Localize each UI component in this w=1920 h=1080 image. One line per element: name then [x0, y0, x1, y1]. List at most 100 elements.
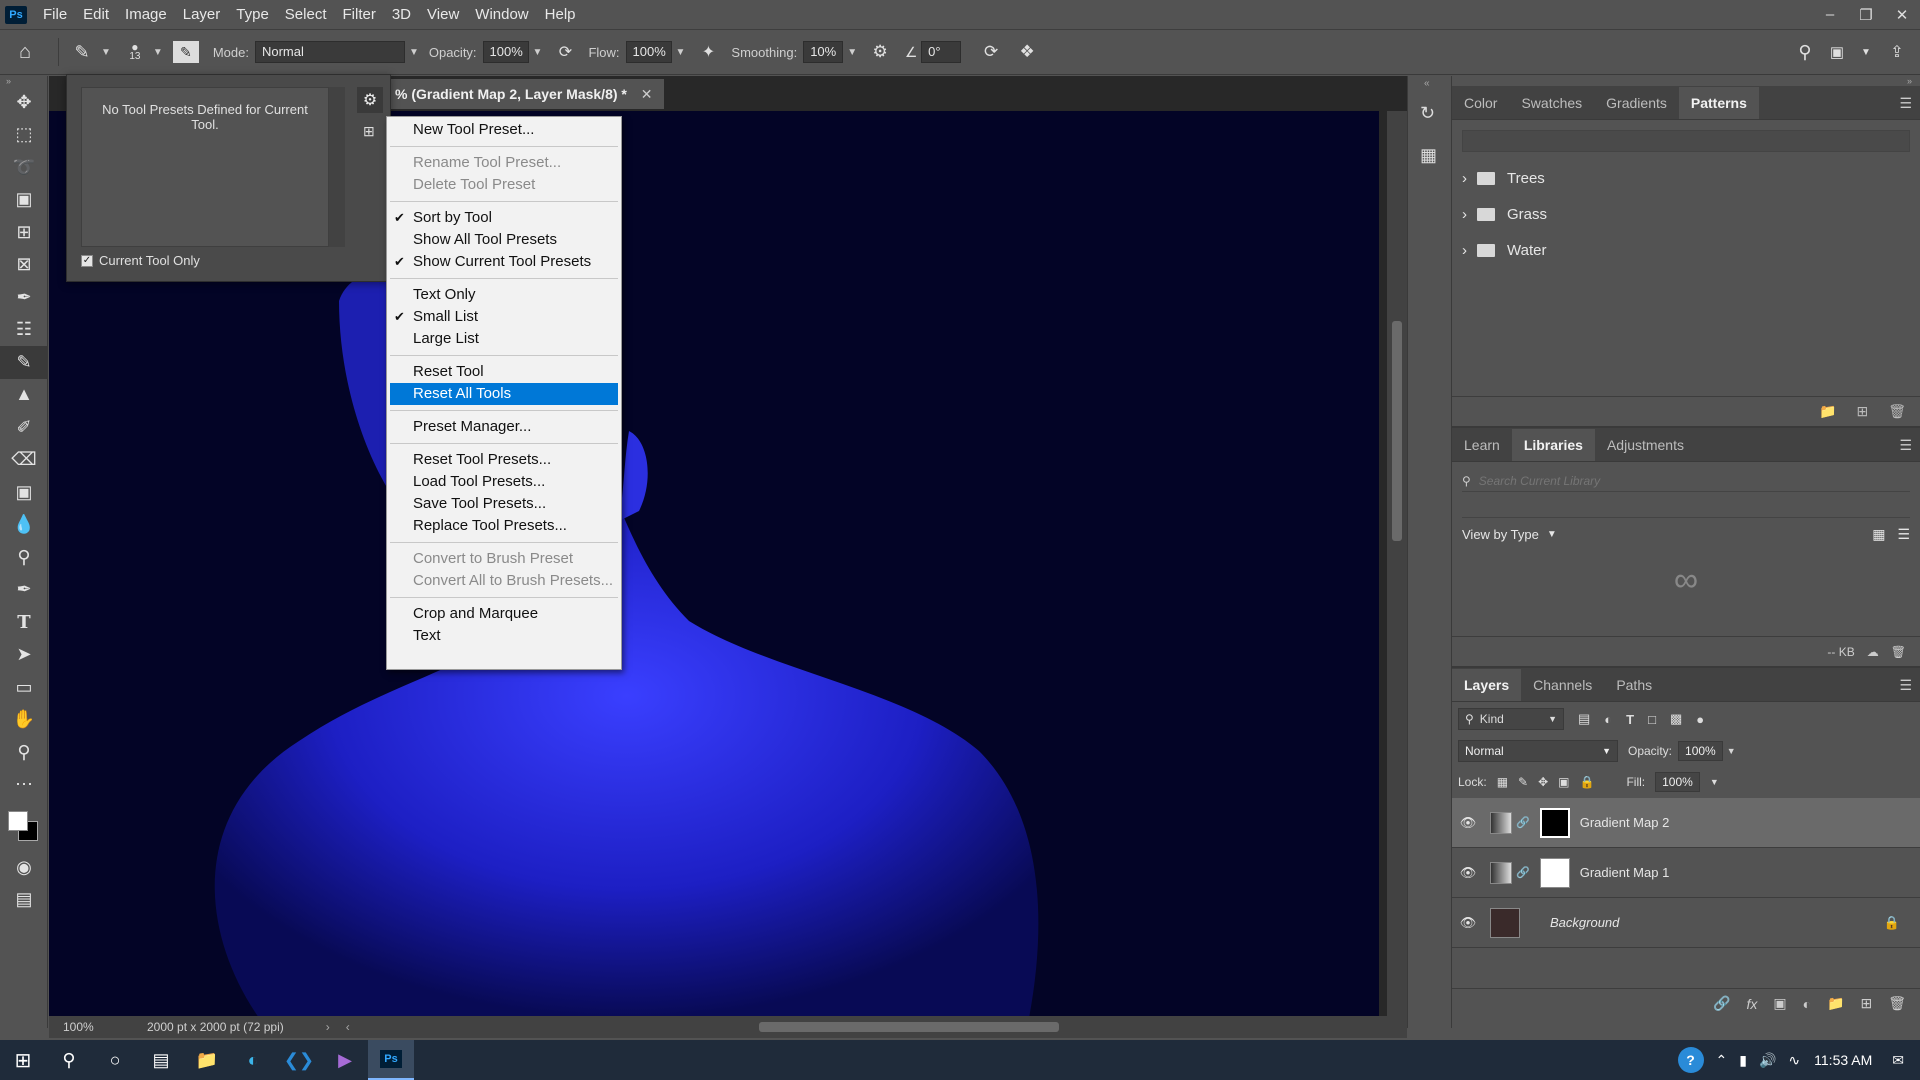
- layer-row-gradient-map-2[interactable]: 👁 🔗 Gradient Map 2: [1452, 798, 1920, 848]
- menu-item-sort-by-tool[interactable]: ✔ Sort by Tool: [390, 207, 618, 229]
- rectangle-tool-icon[interactable]: ▭: [0, 671, 48, 704]
- brush-tool-icon[interactable]: ✎: [0, 346, 48, 379]
- new-pattern-icon[interactable]: ⊞: [1856, 403, 1868, 420]
- chevron-down-icon[interactable]: ▼: [1547, 529, 1557, 540]
- file-explorer-icon[interactable]: 📁: [184, 1040, 230, 1080]
- menu-edit[interactable]: Edit: [75, 0, 117, 29]
- search-icon[interactable]: ⚲: [1790, 42, 1820, 63]
- menu-3d[interactable]: 3D: [384, 0, 419, 29]
- brush-tool-preset-icon[interactable]: ✎: [67, 42, 97, 63]
- screen-mode-icon[interactable]: ▤: [0, 884, 48, 917]
- menu-item-reset-tool[interactable]: Reset Tool: [390, 361, 618, 383]
- filter-shape-icon[interactable]: □: [1648, 712, 1656, 727]
- properties-panel-icon[interactable]: ▦: [1420, 145, 1442, 167]
- trash-icon[interactable]: 🗑: [1888, 403, 1906, 420]
- adjustment-layer-icon[interactable]: ◐: [1803, 996, 1811, 1012]
- trash-icon[interactable]: 🗑: [1888, 995, 1906, 1012]
- notifications-icon[interactable]: ✉: [1892, 1052, 1904, 1069]
- lock-icon[interactable]: 🔒: [1884, 915, 1900, 931]
- lock-all-icon[interactable]: 🔒: [1580, 775, 1595, 789]
- quick-mask-icon[interactable]: ◉: [0, 851, 48, 884]
- menu-help[interactable]: Help: [537, 0, 584, 29]
- current-tool-only-checkbox[interactable]: ✓ Current Tool Only: [81, 253, 200, 268]
- chevron-down-icon[interactable]: ▼: [847, 47, 857, 58]
- document-info[interactable]: 2000 pt x 2000 pt (72 ppi): [147, 1020, 284, 1034]
- cortana-icon[interactable]: ○: [92, 1040, 138, 1080]
- add-mask-icon[interactable]: ▣: [1773, 995, 1786, 1012]
- fill-field[interactable]: 100%: [1655, 772, 1700, 792]
- airbrush-icon[interactable]: ✦: [695, 42, 721, 62]
- gradient-tool-icon[interactable]: ▣: [0, 476, 48, 509]
- eye-icon[interactable]: 👁: [1452, 865, 1484, 881]
- panel-menu-icon[interactable]: ☰: [1899, 87, 1912, 119]
- horizontal-scrollbar-thumb[interactable]: [759, 1022, 1059, 1032]
- pen-tool-icon[interactable]: ✒: [0, 574, 48, 607]
- gear-icon[interactable]: ⚙: [867, 42, 893, 62]
- chevron-down-icon[interactable]: ▼: [533, 47, 543, 58]
- tab-learn[interactable]: Learn: [1452, 429, 1512, 461]
- history-panel-icon[interactable]: ↻: [1420, 103, 1442, 125]
- link-icon[interactable]: 🔗: [1516, 866, 1530, 879]
- menu-item-preset-manager[interactable]: Preset Manager...: [390, 416, 618, 438]
- home-icon[interactable]: ⌂: [0, 41, 50, 64]
- layer-name[interactable]: Background: [1550, 915, 1619, 930]
- tab-color[interactable]: Color: [1452, 87, 1509, 119]
- menu-item-load-tool-presets[interactable]: Load Tool Presets...: [390, 471, 618, 493]
- menu-item-large-list[interactable]: Large List: [390, 328, 618, 350]
- collapse-toolbar-icon[interactable]: »: [0, 76, 47, 86]
- view-by-type-dropdown[interactable]: View by Type: [1462, 527, 1539, 542]
- menu-view[interactable]: View: [419, 0, 467, 29]
- tab-patterns[interactable]: Patterns: [1678, 87, 1759, 119]
- close-tab-icon[interactable]: ✕: [641, 86, 653, 102]
- wifi-icon[interactable]: ∿: [1788, 1052, 1800, 1069]
- tab-layers[interactable]: Layers: [1452, 669, 1522, 701]
- foreground-color-swatch[interactable]: [8, 811, 28, 831]
- dodge-tool-icon[interactable]: ⚲: [0, 541, 48, 574]
- layer-row-gradient-map-1[interactable]: 👁 🔗 Gradient Map 1: [1452, 848, 1920, 898]
- new-preset-icon[interactable]: ⊞: [363, 123, 375, 140]
- lock-image-icon[interactable]: ✎: [1518, 775, 1528, 789]
- layer-name[interactable]: Gradient Map 1: [1580, 865, 1670, 880]
- flow-field[interactable]: 100%: [625, 41, 672, 63]
- chevron-down-icon[interactable]: ▼: [1856, 47, 1876, 58]
- vertical-scrollbar[interactable]: [1387, 111, 1407, 1018]
- zoom-tool-icon[interactable]: ⚲: [0, 736, 48, 769]
- pressure-size-icon[interactable]: ⟳: [973, 42, 1009, 62]
- clock[interactable]: 11:53 AM: [1814, 1052, 1872, 1068]
- menu-item-replace-tool-presets[interactable]: Replace Tool Presets...: [390, 515, 618, 537]
- menu-item-reset-all-tools[interactable]: Reset All Tools: [390, 383, 618, 405]
- brush-settings-icon[interactable]: ✎: [172, 41, 199, 63]
- task-view-icon[interactable]: ▤: [138, 1040, 184, 1080]
- lasso-tool-icon[interactable]: ➰: [0, 151, 48, 184]
- layer-thumbnail[interactable]: [1490, 907, 1520, 938]
- list-view-icon[interactable]: ☰: [1897, 526, 1910, 543]
- gear-icon[interactable]: ⚙: [357, 87, 383, 113]
- menu-window[interactable]: Window: [467, 0, 536, 29]
- photoshop-taskbar-icon[interactable]: Ps: [368, 1040, 414, 1080]
- move-tool-icon[interactable]: ✥: [0, 86, 48, 119]
- menu-image[interactable]: Image: [117, 0, 175, 29]
- tab-swatches[interactable]: Swatches: [1509, 87, 1594, 119]
- grid-view-icon[interactable]: ▦: [1872, 526, 1885, 543]
- new-layer-icon[interactable]: ⊞: [1860, 995, 1872, 1012]
- smoothing-field[interactable]: 10%: [803, 41, 844, 63]
- cloud-sync-icon[interactable]: ☁: [1867, 645, 1879, 659]
- preset-list[interactable]: No Tool Presets Defined for Current Tool…: [81, 87, 329, 247]
- trash-icon[interactable]: 🗑: [1891, 645, 1906, 659]
- volume-icon[interactable]: 🔊: [1759, 1052, 1776, 1069]
- library-search[interactable]: ⚲: [1462, 470, 1910, 492]
- menu-file[interactable]: File: [35, 0, 75, 29]
- chevron-left-icon[interactable]: ‹: [346, 1020, 350, 1034]
- menu-item-show-current-tool-presets[interactable]: ✔ Show Current Tool Presets: [390, 251, 618, 273]
- chevron-down-icon[interactable]: ▼: [1710, 777, 1719, 787]
- checkbox-check-icon[interactable]: ✓: [81, 254, 93, 267]
- tab-paths[interactable]: Paths: [1604, 669, 1664, 701]
- chevron-right-icon[interactable]: ›: [1462, 206, 1467, 223]
- healing-brush-tool-icon[interactable]: ☷: [0, 314, 48, 347]
- color-swatches[interactable]: [0, 801, 47, 851]
- menu-item-text-only[interactable]: Text Only: [390, 284, 618, 306]
- menu-item-crop-and-marquee[interactable]: Crop and Marquee: [390, 603, 618, 625]
- chevron-right-icon[interactable]: ›: [1462, 170, 1467, 187]
- angle-field[interactable]: 0°: [921, 41, 962, 63]
- chevron-down-icon[interactable]: ▼: [101, 47, 111, 58]
